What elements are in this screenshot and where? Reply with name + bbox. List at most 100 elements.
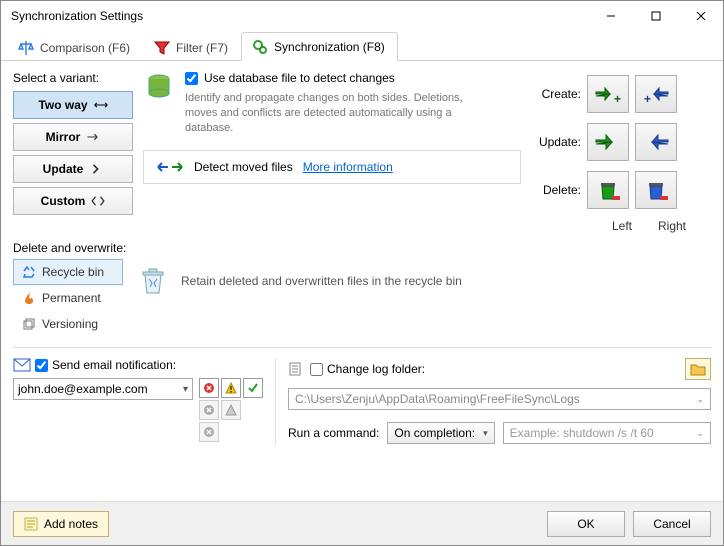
variant-update[interactable]: Update <box>13 155 133 183</box>
variant-label: Custom <box>41 194 86 208</box>
command-placeholder: Example: shutdown /s /t 60 <box>510 426 654 440</box>
update-left-button[interactable] <box>587 123 629 161</box>
variant-label: Mirror <box>46 130 81 144</box>
delete-overwrite-section: Delete and overwrite: Recycle bin Perman… <box>13 241 711 337</box>
folder-icon <box>690 362 706 376</box>
database-icon <box>143 71 175 103</box>
add-notes-button[interactable]: Add notes <box>13 511 109 537</box>
delete-tab-label: Recycle bin <box>42 265 104 279</box>
warning-dim-icon <box>225 404 237 416</box>
left-right-labels: Left Right <box>531 219 711 233</box>
chevron-down-icon: ▾ <box>483 428 488 439</box>
variant-two-way[interactable]: Two way <box>13 91 133 119</box>
delete-left-button[interactable] <box>587 171 629 209</box>
recycle-bin-blue-icon <box>644 178 668 202</box>
status-error-button[interactable] <box>199 378 219 398</box>
error-dim-icon <box>203 404 215 416</box>
warning-icon <box>225 382 237 394</box>
minimize-button[interactable] <box>588 1 633 31</box>
angle-brackets-icon <box>91 196 105 206</box>
chevron-down-icon: ▾ <box>183 384 188 395</box>
delete-right-button[interactable] <box>635 171 677 209</box>
svg-text:+: + <box>614 92 621 105</box>
create-left-button[interactable]: + <box>587 75 629 113</box>
use-database-checkbox[interactable] <box>185 72 198 85</box>
email-checkbox-row[interactable]: Send email notification: <box>35 358 176 372</box>
chevron-down-icon: ⌄ <box>696 428 704 439</box>
cancel-label: Cancel <box>653 517 690 531</box>
tab-strip: Comparison (F6) Filter (F7) Synchronizat… <box>1 31 723 61</box>
sync-config-area: Select a variant: Two way Mirror Update … <box>13 71 711 233</box>
footer: Add notes OK Cancel <box>1 501 723 545</box>
status-warning-dim-button[interactable] <box>221 400 241 420</box>
more-information-link[interactable]: More information <box>303 160 393 174</box>
scales-icon <box>18 40 34 56</box>
use-database-checkbox-row[interactable]: Use database file to detect changes <box>185 71 521 85</box>
log-command-column: Change log folder: C:\Users\Zenju\AppDat… <box>275 358 711 444</box>
delete-tab-recycle[interactable]: Recycle bin <box>13 259 123 285</box>
close-button[interactable] <box>678 1 723 31</box>
svg-text:+: + <box>644 92 651 105</box>
log-path-field[interactable]: C:\Users\Zenju\AppData\Roaming\FreeFileS… <box>288 388 711 410</box>
separator <box>13 347 711 348</box>
detect-moved-box: Detect moved files More information <box>143 150 521 184</box>
arrow-left-plus-icon: + <box>642 83 670 105</box>
ok-label: OK <box>577 517 594 531</box>
command-when-value: On completion: <box>394 426 475 440</box>
ok-button[interactable]: OK <box>547 511 625 537</box>
create-label: Create: <box>531 87 581 101</box>
check-icon <box>247 382 259 394</box>
email-status-grid <box>199 378 263 442</box>
delete-tab-permanent[interactable]: Permanent <box>13 285 123 311</box>
action-buttons-column: Create: + + Update: Delete: Left Right <box>531 71 711 233</box>
cancel-button[interactable]: Cancel <box>633 511 711 537</box>
tab-synchronization[interactable]: Synchronization (F8) <box>241 32 398 61</box>
arrow-right-plus-icon: + <box>594 83 622 105</box>
main-panel: Select a variant: Two way Mirror Update … <box>1 61 723 501</box>
command-input[interactable]: Example: shutdown /s /t 60 ⌄ <box>503 422 711 444</box>
title-bar: Synchronization Settings <box>1 1 723 31</box>
right-label: Right <box>658 219 686 233</box>
update-label: Update: <box>531 135 581 149</box>
update-row: Update: <box>531 123 711 161</box>
variant-label: Update <box>43 162 84 176</box>
create-right-button[interactable]: + <box>635 75 677 113</box>
tab-filter[interactable]: Filter (F7) <box>143 33 241 61</box>
error-dim-icon <box>203 426 215 438</box>
window-title: Synchronization Settings <box>11 9 588 23</box>
arrow-left-icon <box>642 131 670 153</box>
note-icon <box>24 517 38 531</box>
browse-folder-button[interactable] <box>685 358 711 380</box>
delete-tab-versioning[interactable]: Versioning <box>13 311 123 337</box>
status-error-dim-button[interactable] <box>199 400 219 420</box>
log-checkbox[interactable] <box>310 363 323 376</box>
funnel-icon <box>154 40 170 56</box>
versioning-icon <box>22 317 36 331</box>
update-right-button[interactable] <box>635 123 677 161</box>
log-checkbox-row[interactable]: Change log folder: <box>310 362 425 376</box>
delete-tab-label: Permanent <box>42 291 101 305</box>
maximize-button[interactable] <box>633 1 678 31</box>
tab-label: Synchronization (F8) <box>274 40 385 54</box>
command-when-dropdown[interactable]: On completion: ▾ <box>387 422 494 444</box>
variant-column: Select a variant: Two way Mirror Update … <box>13 71 133 233</box>
status-warning-button[interactable] <box>221 378 241 398</box>
variant-description: Identify and propagate changes on both s… <box>185 91 465 136</box>
recycle-bin-green-icon <box>596 178 620 202</box>
email-value: john.doe@example.com <box>18 382 148 396</box>
tab-label: Comparison (F6) <box>40 41 130 55</box>
email-label: Send email notification: <box>52 358 176 372</box>
tab-comparison[interactable]: Comparison (F6) <box>7 33 143 61</box>
email-checkbox[interactable] <box>35 359 48 372</box>
envelope-icon <box>13 358 31 372</box>
status-success-button[interactable] <box>243 378 263 398</box>
status-error-dim2-button[interactable] <box>199 422 219 442</box>
variant-custom[interactable]: Custom <box>13 187 133 215</box>
delete-row: Delete: <box>531 171 711 209</box>
recycle-bin-icon <box>137 265 169 297</box>
variant-label: Two way <box>38 98 87 112</box>
variant-mirror[interactable]: Mirror <box>13 123 133 151</box>
tab-label: Filter (F7) <box>176 41 228 55</box>
email-field[interactable]: john.doe@example.com ▾ <box>13 378 193 400</box>
delete-tab-label: Versioning <box>42 317 98 331</box>
